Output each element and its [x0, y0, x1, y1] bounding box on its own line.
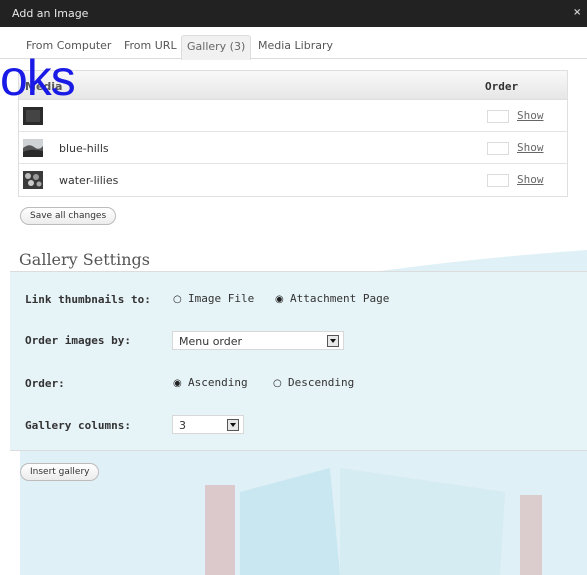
tab-from-url[interactable]: From URL [124, 39, 177, 52]
radio-unchecked-icon: ○ [273, 378, 282, 389]
link-thumbnails-label: Link thumbnails to: [25, 293, 151, 306]
close-icon[interactable]: × [573, 7, 582, 18]
show-link[interactable]: Show [517, 173, 544, 186]
order-input[interactable] [487, 174, 509, 187]
column-header-order: Order [485, 80, 519, 93]
select-value: Menu order [179, 335, 243, 348]
radio-label: Ascending [188, 376, 248, 389]
radio-checked-icon: ◉ [275, 294, 284, 305]
radio-descending[interactable]: ○ Descending [273, 376, 354, 389]
tab-gallery[interactable]: Gallery (3) [181, 35, 252, 60]
radio-ascending[interactable]: ◉ Ascending [173, 376, 248, 389]
radio-label: Attachment Page [290, 292, 390, 305]
tab-from-computer[interactable]: From Computer [26, 39, 111, 52]
radio-label: Image File [188, 292, 255, 305]
table-header: Media Order [19, 71, 567, 100]
table-row: Show [19, 100, 567, 132]
show-link[interactable]: Show [517, 141, 544, 154]
radio-label: Descending [288, 376, 355, 389]
image-thumbnail [23, 107, 43, 125]
order-input[interactable] [487, 110, 509, 123]
column-header-media: Media [25, 80, 63, 93]
image-thumbnail [23, 139, 43, 157]
order-images-by-label: Order images by: [25, 334, 131, 347]
table-row: blue-hills Show [19, 132, 567, 164]
select-value: 3 [179, 419, 186, 432]
chevron-down-icon [227, 419, 239, 431]
chevron-down-icon [327, 335, 339, 347]
gallery-settings-title: Gallery Settings [19, 250, 150, 269]
gallery-columns-select[interactable]: 3 [172, 415, 244, 434]
dialog-titlebar: Add an Image × [0, 0, 587, 27]
order-images-by-select[interactable]: Menu order [172, 331, 344, 350]
show-link[interactable]: Show [517, 109, 544, 122]
radio-image-file[interactable]: ○ Image File [173, 292, 254, 305]
file-name: water-lilies [59, 174, 119, 187]
tab-bar: From Computer From URL Gallery (3) Media… [0, 27, 587, 60]
insert-gallery-button[interactable]: Insert gallery [20, 463, 100, 481]
image-thumbnail [23, 171, 43, 189]
dialog-title: Add an Image [12, 7, 89, 20]
table-row: water-lilies Show [19, 164, 567, 196]
gallery-columns-label: Gallery columns: [25, 419, 131, 432]
radio-attachment-page[interactable]: ◉ Attachment Page [275, 292, 389, 305]
gallery-media-table: Media Order Show blue-hills Show water-l… [18, 70, 568, 197]
tab-media-library[interactable]: Media Library [258, 39, 333, 52]
radio-unchecked-icon: ○ [173, 294, 182, 305]
file-name: blue-hills [59, 142, 109, 155]
divider [10, 450, 587, 451]
radio-checked-icon: ◉ [173, 378, 182, 389]
save-all-changes-button[interactable]: Save all changes [20, 207, 117, 225]
order-label: Order: [25, 377, 65, 390]
order-input[interactable] [487, 142, 509, 155]
